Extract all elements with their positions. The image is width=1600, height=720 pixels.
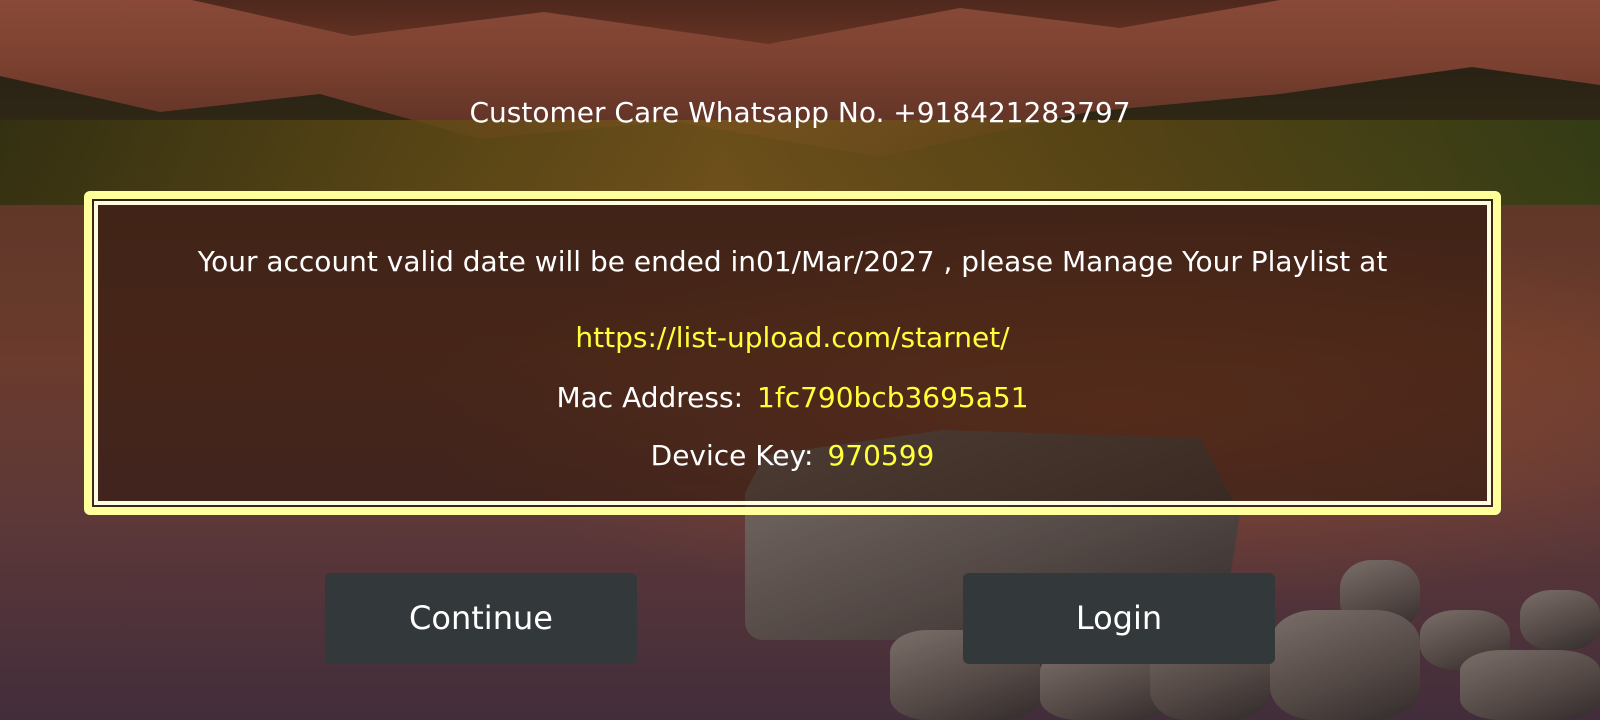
device-key-value: 970599 — [827, 439, 935, 472]
mac-address-label: Mac Address: — [556, 381, 744, 414]
mac-address-value: 1fc790bcb3695a51 — [757, 381, 1029, 414]
account-info-panel: Your account valid date will be ended in… — [84, 191, 1501, 515]
login-button[interactable]: Login — [963, 573, 1275, 664]
device-key-label: Device Key: — [650, 439, 814, 472]
continue-button[interactable]: Continue — [325, 573, 637, 664]
background-landscape: Customer Care Whatsapp No. +918421283797… — [0, 0, 1600, 720]
expiry-message: Your account valid date will be ended in… — [197, 245, 1388, 278]
customer-care-text: Customer Care Whatsapp No. +918421283797 — [469, 96, 1131, 129]
device-key-row: Device Key: 970599 — [92, 439, 1493, 473]
mac-address-row: Mac Address: 1fc790bcb3695a51 — [92, 381, 1493, 415]
playlist-url: https://list-upload.com/starnet/ — [575, 321, 1010, 354]
